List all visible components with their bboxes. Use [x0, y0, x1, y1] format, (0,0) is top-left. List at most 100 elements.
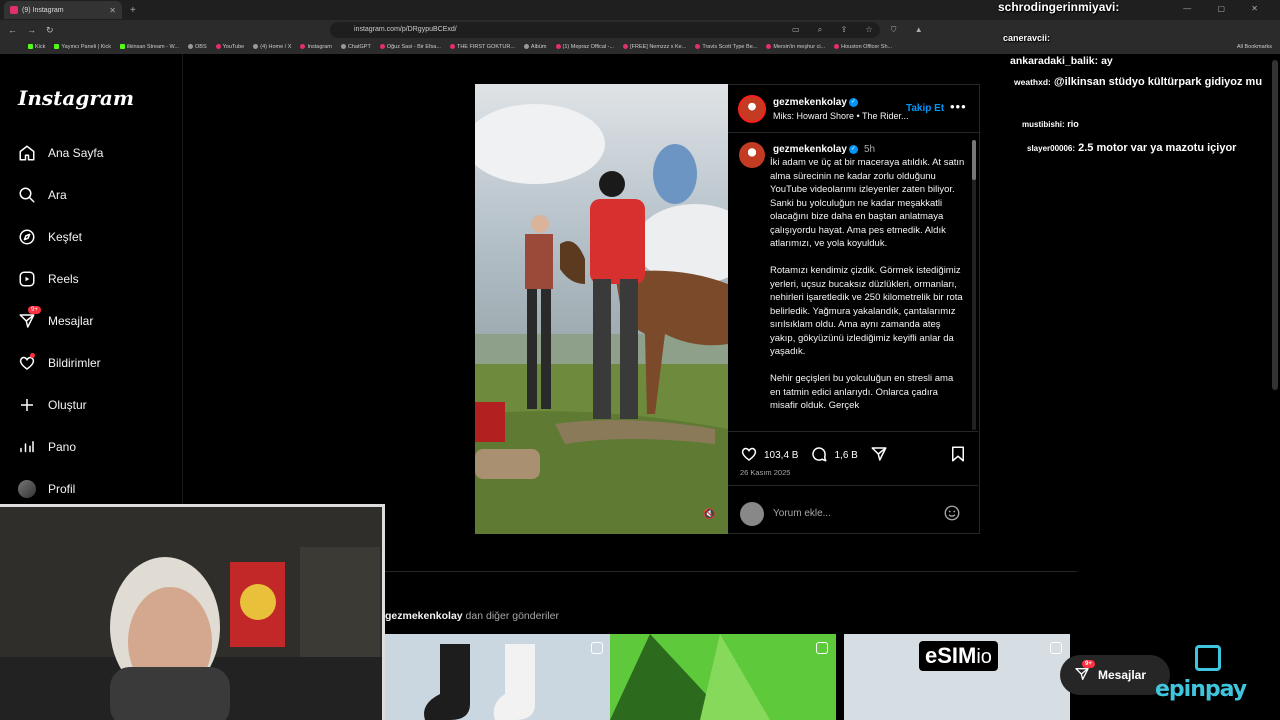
comment-input[interactable]	[773, 508, 923, 519]
mute-icon[interactable]: 🔇	[703, 509, 715, 520]
more-posts-username[interactable]: gezmekenkolay	[385, 610, 463, 622]
emoji-icon[interactable]	[943, 504, 961, 527]
bookmark-favicon-icon	[834, 44, 840, 50]
bookmark-item[interactable]: Houston Officer Sh...	[834, 44, 892, 50]
bookmark-favicon-icon	[623, 44, 629, 50]
more-post-tile[interactable]	[610, 634, 836, 720]
floating-messages-button[interactable]: 9+ Mesajlar	[1060, 655, 1170, 695]
browser-tab[interactable]: (9) Instagram ✕	[4, 1, 122, 19]
bookmark-item[interactable]: ChatGPT	[340, 44, 371, 50]
more-posts-title: gezmekenkolay dan diğer gönderiler	[385, 610, 559, 622]
messages-badge: 9+	[28, 306, 41, 314]
nav-notifications[interactable]: Bildirimler	[18, 353, 101, 372]
bookmark-item[interactable]: OBS	[188, 44, 207, 50]
forward-icon[interactable]: →	[27, 25, 36, 35]
bookmark-label: (4) Home / X	[260, 44, 292, 50]
search-icon	[18, 186, 36, 204]
tab-title: (9) Instagram	[22, 6, 64, 14]
page-scrollbar[interactable]	[1272, 60, 1278, 390]
nav-label: Pano	[48, 440, 77, 454]
bookmark-label: OBS	[195, 44, 207, 50]
nav-explore[interactable]: Keşfet	[18, 228, 82, 246]
bookmark-label: Kick	[35, 44, 46, 50]
more-post-tile[interactable]	[385, 634, 611, 720]
comment-icon[interactable]	[810, 445, 828, 466]
bookmark-item[interactable]: Travis Scott Type Be...	[695, 44, 757, 50]
reload-icon[interactable]: ↻	[46, 25, 54, 36]
caption-username[interactable]: gezmekenkolay ✓ 5h	[773, 144, 875, 155]
bookmark-item[interactable]: Mersin'in meşhur ci...	[766, 44, 825, 50]
messenger-icon: 9+	[18, 306, 41, 330]
plus-icon	[18, 396, 36, 414]
nav-create[interactable]: Oluştur	[18, 396, 87, 414]
bookmark-item[interactable]: THE FIRST GOKTUR...	[449, 44, 515, 50]
close-tab-icon[interactable]: ✕	[109, 6, 116, 15]
back-icon[interactable]: ←	[8, 25, 17, 35]
bookmark-item[interactable]: Albüm	[523, 44, 547, 50]
esim-brand: eSIMio	[919, 641, 998, 671]
like-icon[interactable]	[740, 445, 758, 466]
bookmark-label: Mersin'in meşhur ci...	[773, 44, 826, 50]
bookmark-item[interactable]: [FREE] Nemzzz x Ke...	[623, 44, 686, 50]
bookmark-item[interactable]: Oğuz Sasi - Bir Efsa...	[379, 44, 441, 50]
webcam-overlay	[0, 504, 385, 720]
nav-home[interactable]: Ana Sayfa	[18, 144, 103, 162]
nav-search[interactable]: Ara	[18, 186, 67, 204]
bookmark-favicon-icon	[695, 44, 701, 50]
nav-dashboard[interactable]: Pano	[18, 438, 76, 456]
save-icon[interactable]	[950, 445, 966, 468]
audio-label[interactable]: Miks: Howard Shore • The Rider...	[773, 111, 908, 121]
bookmark-item[interactable]: Yayıncı Paneli | Kick	[54, 44, 111, 50]
bookmark-favicon-icon	[215, 44, 221, 50]
notification-dot	[30, 353, 35, 358]
section-divider	[385, 571, 1077, 572]
bookmark-item[interactable]: YouTube	[215, 44, 244, 50]
caption-area[interactable]: gezmekenkolay ✓ 5h İki adam ve üç at bir m…	[728, 134, 978, 432]
reel-icon	[1050, 642, 1062, 654]
verified-icon: ✓	[848, 144, 858, 154]
bookmark-favicon-icon	[555, 44, 561, 50]
post-actions: 103,4 B 1,6 B	[740, 445, 888, 466]
like-count[interactable]: 103,4 B	[764, 450, 798, 461]
share-icon[interactable]	[870, 445, 888, 466]
bookmark-item[interactable]: Kick	[28, 44, 45, 50]
caption-scrollbar[interactable]	[972, 140, 976, 430]
chat-message: schrodingerinmiyavi:	[998, 0, 1120, 14]
bookmark-item[interactable]: Instagram	[300, 44, 332, 50]
bookmark-item[interactable]: (4) Home / X	[253, 44, 291, 50]
nav-messages[interactable]: 9+ Mesajlar	[18, 306, 93, 330]
nav-profile[interactable]: Profil	[18, 480, 75, 498]
bookmark-favicon-icon	[523, 44, 529, 50]
url-toolbar-icons[interactable]: ▭ ⌕ ⇪ ☆ ⛉ ▲	[792, 25, 931, 35]
bookmark-item[interactable]: (1) Mepraz Offical -...	[555, 44, 615, 50]
chat-message: weathxd: @ilkinsan stüdyo kültürpark gid…	[1014, 76, 1263, 88]
more-options-icon[interactable]: •••	[950, 99, 967, 114]
author-username[interactable]: gezmekenkolay ✓	[773, 97, 858, 108]
bookmark-label: Albüm	[530, 44, 547, 50]
reels-icon	[18, 270, 36, 288]
author-avatar[interactable]	[738, 95, 766, 123]
new-tab-icon[interactable]: +	[130, 5, 136, 16]
streamer-camera	[0, 507, 382, 720]
messenger-icon	[1074, 666, 1090, 685]
bookmark-favicon-icon	[300, 44, 306, 50]
post-detail-panel: gezmekenkolay ✓ Miks: Howard Shore • The …	[728, 84, 980, 534]
caption-paragraph: İki adam ve üç at bir maceraya atıldık. …	[770, 157, 965, 249]
post-header: gezmekenkolay ✓ Miks: Howard Shore • The …	[728, 85, 979, 133]
bookmark-item[interactable]: ilkinsan Stream - W...	[120, 44, 179, 50]
instagram-logo[interactable]: Instagram	[18, 86, 134, 110]
nav-label: Ana Sayfa	[48, 146, 104, 160]
more-post-tile[interactable]: eSIMio	[844, 634, 1070, 720]
nav-reels[interactable]: Reels	[18, 270, 79, 288]
instagram-favicon-icon	[10, 6, 18, 14]
comment-row	[728, 485, 978, 534]
compass-icon	[18, 228, 36, 246]
caption-avatar[interactable]	[739, 142, 765, 168]
post-date[interactable]: 26 Kasım 2025	[740, 468, 790, 477]
follow-button[interactable]: Takip Et	[906, 103, 944, 114]
comment-count[interactable]: 1,6 B	[834, 450, 857, 461]
post-video[interactable]: 🔇	[475, 84, 728, 534]
bookmark-label: [FREE] Nemzzz x Ke...	[630, 44, 687, 50]
bookmark-label: (1) Mepraz Offical -...	[562, 44, 615, 50]
tent-image	[610, 634, 836, 720]
